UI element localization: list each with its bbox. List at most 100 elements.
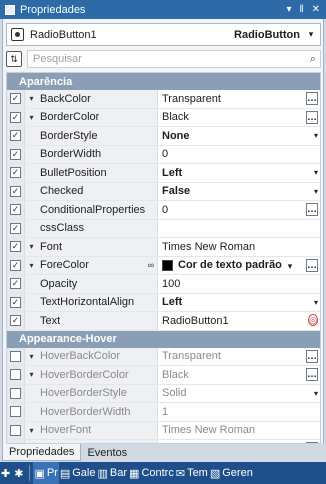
ellipsis-button[interactable]: …	[306, 92, 318, 105]
close-icon[interactable]: ✕	[312, 4, 320, 15]
include-checkbox[interactable]: ✓	[10, 111, 21, 123]
property-row[interactable]: ✓ Opacity 100	[7, 275, 320, 294]
toolbar-button[interactable]: ✱	[13, 462, 26, 484]
window-menu-icon[interactable]: ▾	[286, 4, 291, 15]
globe-icon[interactable]: ◎	[308, 314, 318, 326]
toolbar-button[interactable]: ✚	[0, 462, 13, 484]
property-row[interactable]: HoverBorderWidth 1	[7, 403, 320, 422]
chevron-down-icon[interactable]: ▾	[314, 389, 318, 398]
property-row[interactable]: ▾ HoverBorderColor Black…	[7, 366, 320, 385]
toolbar-button[interactable]: ▥ Bar	[97, 462, 129, 484]
expander-icon[interactable]: ▾	[25, 94, 38, 103]
ellipsis-button[interactable]: …	[306, 368, 318, 381]
property-value-cell[interactable]	[158, 220, 320, 238]
autohide-pin-icon[interactable]: ‖	[299, 4, 303, 15]
include-checkbox[interactable]	[10, 424, 21, 436]
include-checkbox[interactable]: ✓	[10, 167, 21, 179]
toolbar-button[interactable]: ▧ Geren	[209, 462, 254, 484]
include-checkbox[interactable]	[10, 406, 21, 418]
property-value-cell[interactable]: Left ▾	[158, 164, 320, 182]
property-name-cell: cssClass	[25, 219, 158, 237]
property-name: BulletPosition	[40, 166, 107, 179]
object-selector[interactable]: RadioButton1 RadioButton ▾	[6, 23, 321, 46]
include-checkbox[interactable]: ✓	[10, 148, 21, 160]
dropdown-wrap: ▾	[314, 129, 318, 142]
property-row[interactable]: ✓ ▾ BorderColor Black…	[7, 108, 320, 127]
chevron-down-icon[interactable]: ▾	[304, 29, 318, 40]
property-row[interactable]: ▾ HoverFont Times New Roman	[7, 421, 320, 440]
toolbar-button[interactable]: ✉ Tem	[175, 462, 209, 484]
property-value-cell[interactable]: False ▾	[158, 183, 320, 201]
include-checkbox[interactable]: ✓	[10, 296, 21, 308]
search-icon[interactable]: ⌕	[310, 53, 316, 66]
include-checkbox[interactable]: ✓	[10, 222, 21, 234]
include-checkbox[interactable]: ✓	[10, 278, 21, 290]
property-value: Times New Roman	[162, 424, 256, 437]
property-value-cell[interactable]: Black…	[158, 366, 320, 384]
property-row[interactable]: ✓ Checked False ▾	[7, 182, 320, 201]
include-checkbox[interactable]: ✓	[10, 241, 21, 253]
bar-icon: ▥	[97, 467, 108, 480]
property-value-cell[interactable]: 1	[158, 403, 320, 421]
link-icon[interactable]: ∞	[148, 260, 154, 270]
property-value-cell[interactable]: Solid ▾	[158, 385, 320, 403]
property-row[interactable]: ▾ HoverBackColor Transparent…	[7, 347, 320, 366]
include-checkbox[interactable]: ✓	[10, 185, 21, 197]
property-value-cell[interactable]: Transparent…	[158, 90, 320, 108]
property-value-cell[interactable]: 100	[158, 275, 320, 293]
property-value-cell[interactable]: RadioButton1 ◎	[158, 312, 320, 330]
property-row[interactable]: ✓ ▾ ForeColor ∞ Cor de texto padrão… ▾	[7, 256, 320, 275]
expander-icon[interactable]: ▾	[25, 426, 38, 435]
sort-icon[interactable]: ⇅	[6, 51, 22, 67]
property-row[interactable]: ✓ BulletPosition Left ▾	[7, 164, 320, 183]
property-row[interactable]: ✓ Text RadioButton1 ◎	[7, 312, 320, 331]
toolbar-button[interactable]: ▦ Contrc	[128, 462, 175, 484]
include-checkbox[interactable]: ✓	[10, 315, 21, 327]
include-checkbox[interactable]	[10, 350, 21, 362]
toolbar-button[interactable]: ▤ Gale	[59, 462, 97, 484]
chevron-down-icon[interactable]: ▾	[314, 131, 318, 140]
chevron-down-icon[interactable]: ▾	[314, 187, 318, 196]
property-value-cell[interactable]: 0	[158, 146, 320, 164]
property-value-cell[interactable]: Times New Roman	[158, 238, 320, 256]
category-header[interactable]: Aparência	[7, 73, 320, 90]
property-row[interactable]: ✓ ConditionalProperties 0…	[7, 201, 320, 220]
property-value-cell[interactable]: Black…	[158, 109, 320, 127]
expander-icon[interactable]: ▾	[25, 113, 38, 122]
search-input[interactable]: Pesquisar ⌕	[27, 50, 321, 68]
ellipsis-button[interactable]: …	[306, 258, 318, 272]
include-checkbox[interactable]: ✓	[10, 93, 21, 105]
include-checkbox[interactable]	[10, 369, 21, 381]
property-value-cell[interactable]: Times New Roman	[158, 422, 320, 440]
property-value-cell[interactable]: Left ▾	[158, 294, 320, 312]
property-row[interactable]: HoverBorderStyle Solid ▾	[7, 384, 320, 403]
chevron-down-icon[interactable]: ▾	[284, 260, 296, 273]
chevron-down-icon[interactable]: ▾	[314, 168, 318, 177]
expander-icon[interactable]: ▾	[25, 261, 38, 270]
chevron-down-icon[interactable]: ▾	[314, 298, 318, 307]
include-checkbox[interactable]: ✓	[10, 259, 21, 271]
ellipsis-button[interactable]: …	[306, 349, 318, 363]
tab-propriedades[interactable]: Propriedades	[2, 444, 82, 461]
property-row[interactable]: ✓ ▾ BackColor Transparent…	[7, 90, 320, 109]
include-checkbox[interactable]: ✓	[10, 204, 21, 216]
include-checkbox[interactable]: ✓	[10, 130, 21, 142]
category-header[interactable]: Appearance-Hover	[7, 330, 320, 348]
property-row[interactable]: ✓ ▾ Font Times New Roman	[7, 238, 320, 257]
ellipsis-button[interactable]: …	[306, 203, 318, 216]
ellipsis-button[interactable]: …	[306, 110, 318, 124]
property-value-cell[interactable]: 0…	[158, 201, 320, 219]
property-value-cell[interactable]: Cor de texto padrão … ▾	[158, 257, 320, 275]
property-row[interactable]: ✓ TextHorizontalAlign Left ▾	[7, 293, 320, 312]
property-value-cell[interactable]: None ▾	[158, 127, 320, 145]
toolbar-button[interactable]: ▣ Pr	[33, 462, 59, 484]
tab-eventos[interactable]: Eventos	[81, 444, 133, 461]
expander-icon[interactable]: ▾	[25, 370, 38, 379]
property-value-cell[interactable]: Transparent…	[158, 348, 320, 366]
expander-icon[interactable]: ▾	[25, 242, 38, 251]
property-row[interactable]: ✓ cssClass	[7, 219, 320, 238]
property-row[interactable]: ✓ BorderStyle None ▾	[7, 127, 320, 146]
include-checkbox[interactable]	[10, 387, 21, 399]
expander-icon[interactable]: ▾	[25, 352, 38, 361]
property-row[interactable]: ✓ BorderWidth 0	[7, 145, 320, 164]
